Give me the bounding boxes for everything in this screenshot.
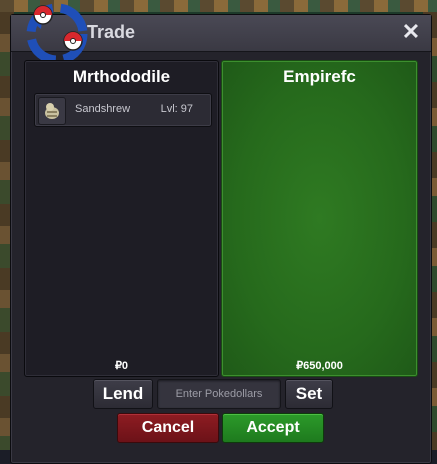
pokemon-sprite-icon [38,97,66,125]
close-icon[interactable]: ✕ [401,21,421,43]
lend-button[interactable]: Lend [93,379,153,409]
accept-button[interactable]: Accept [222,413,324,443]
window-title: Trade [87,22,136,42]
set-button[interactable]: Set [285,379,333,409]
my-offer-panel: Mrthododile Sandshrew Lvl: 97 ₽0 [24,60,219,377]
item-level: Lvl: 97 [160,103,193,115]
partner-player-name: Empirefc [283,67,356,86]
partner-offer-panel: Empirefc ₽650,000 [221,60,418,377]
pokedollars-input[interactable]: Enter Pokedollars [157,379,281,409]
cancel-button[interactable]: Cancel [117,413,219,443]
my-money-offer: ₽0 [114,360,129,372]
offered-item-sandshrew[interactable]: Sandshrew Lvl: 97 [34,93,212,127]
trade-logo-icon [26,3,88,65]
partner-money-offer: ₽650,000 [296,360,343,372]
my-player-name: Mrthododile [72,67,171,86]
trade-window: Trade ✕ Mrthododile Sandshrew Lvl: 97 ₽0… [10,3,432,464]
item-name: Sandshrew [75,103,131,115]
